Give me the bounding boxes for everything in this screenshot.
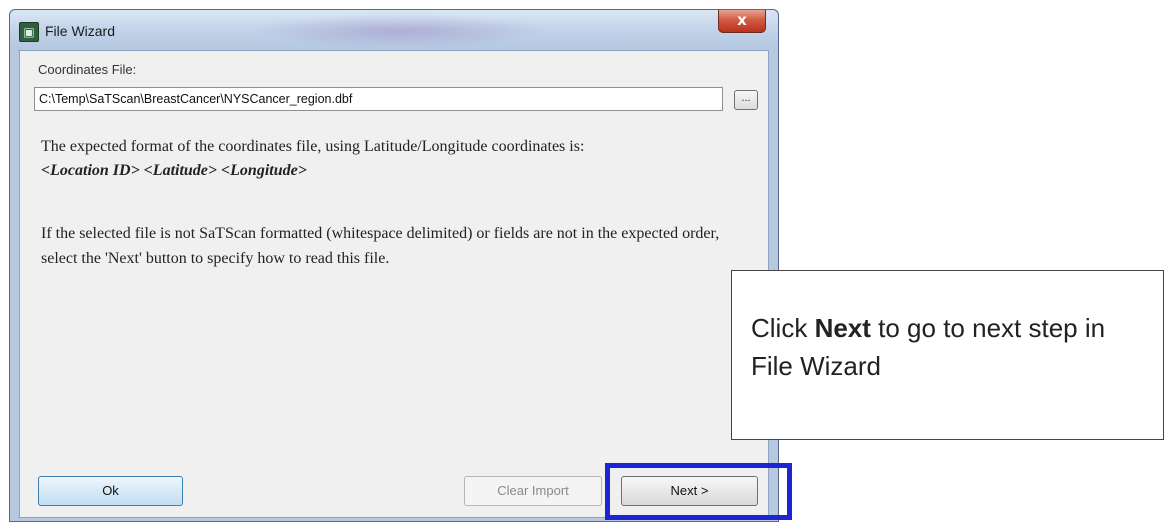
wizard-content: Coordinates File: C:\Temp\SaTScan\Breast… — [19, 50, 769, 518]
instruction-callout: Click Next to go to next step in File Wi… — [731, 270, 1164, 440]
callout-prefix: Click — [751, 313, 815, 343]
coordinates-file-input[interactable]: C:\Temp\SaTScan\BreastCancer\NYSCancer_r… — [34, 87, 723, 111]
browse-button[interactable]: ... — [734, 90, 758, 110]
ok-button[interactable]: Ok — [38, 476, 183, 506]
app-icon: ▣ — [19, 22, 39, 42]
coordinates-file-label: Coordinates File: — [38, 62, 137, 77]
title-glow — [250, 14, 550, 48]
callout-bold: Next — [814, 313, 871, 343]
clear-import-button[interactable]: Clear Import — [464, 476, 602, 506]
format-specification: <Location ID> <Latitude> <Longitude> — [41, 162, 307, 179]
close-icon: x — [737, 11, 747, 29]
format-description: The expected format of the coordinates f… — [41, 135, 746, 183]
callout-text: Click Next to go to next step in File Wi… — [751, 309, 1151, 385]
close-button[interactable]: x — [718, 10, 766, 33]
next-instructions: If the selected file is not SaTScan form… — [41, 225, 720, 267]
window-title: File Wizard — [45, 23, 116, 39]
format-description-text: The expected format of the coordinates f… — [41, 138, 585, 155]
file-wizard-window: ▣ File Wizard x Coordinates File: C:\Tem… — [9, 9, 779, 522]
title-bar[interactable]: ▣ File Wizard x — [10, 10, 778, 50]
next-button-highlight — [605, 463, 792, 520]
